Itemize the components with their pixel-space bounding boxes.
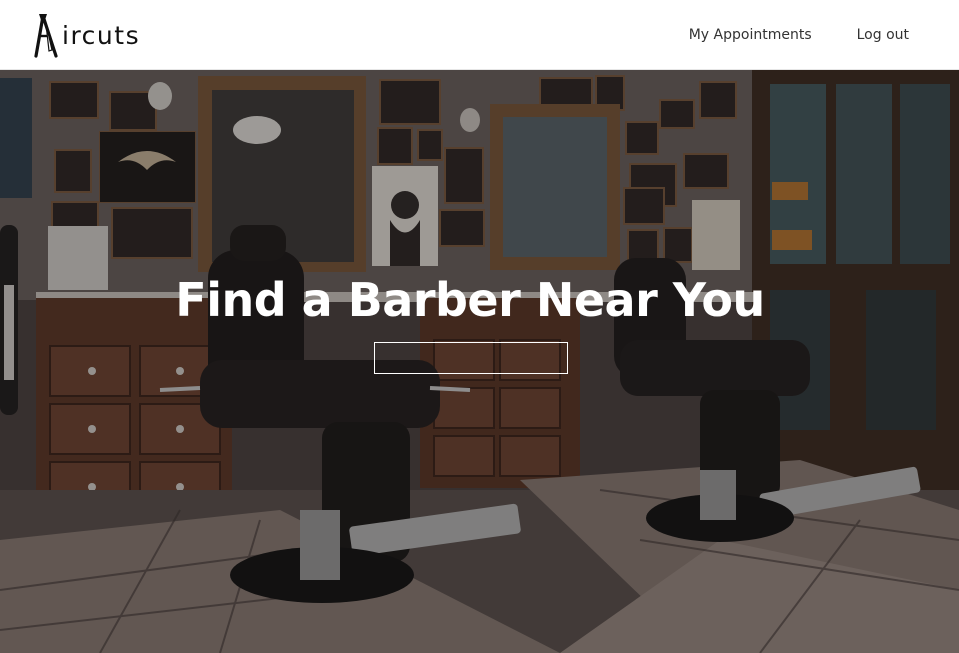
- find-barber-button[interactable]: [374, 342, 568, 374]
- razor-icon: [34, 13, 58, 58]
- hero-section: Find a Barber Near You: [0, 70, 959, 653]
- top-navbar: ircuts My Appointments Log out: [0, 0, 959, 70]
- main-nav: My Appointments Log out: [689, 27, 909, 43]
- logout-link[interactable]: Log out: [857, 27, 909, 43]
- hero-title: Find a Barber Near You: [175, 273, 765, 327]
- brand-logo[interactable]: ircuts: [32, 12, 140, 58]
- my-appointments-link[interactable]: My Appointments: [689, 27, 812, 43]
- brand-name: ircuts: [62, 20, 141, 50]
